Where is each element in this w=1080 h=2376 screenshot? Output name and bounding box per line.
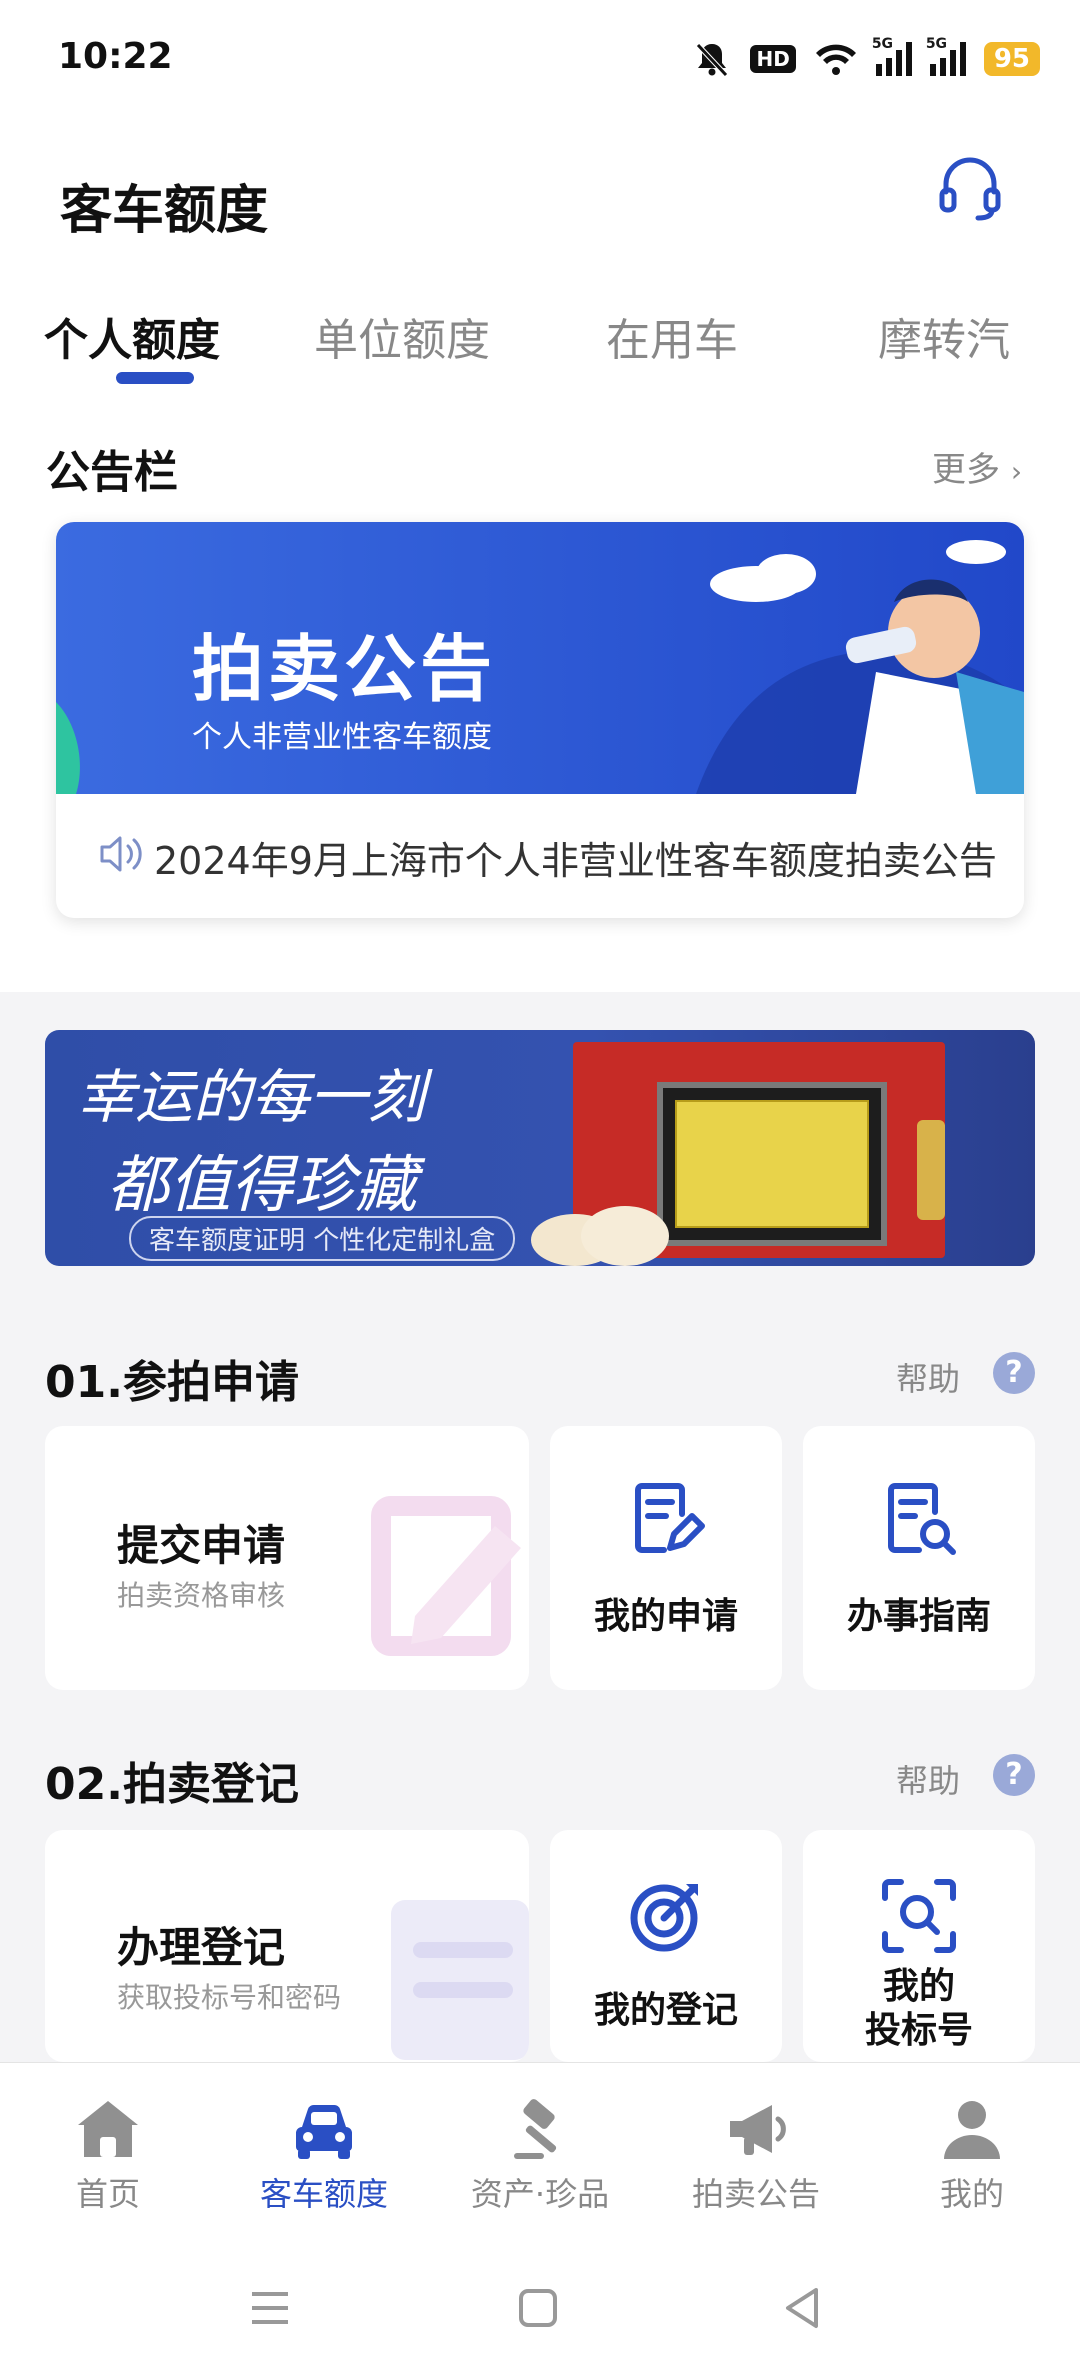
status-bar: 10:22 HD 5G 5G 95 bbox=[0, 0, 1080, 120]
more-link[interactable]: 更多 › bbox=[932, 442, 1022, 491]
register-card[interactable]: 办理登记 获取投标号和密码 bbox=[45, 1830, 529, 2062]
my-bid-number-label-2: 投标号 bbox=[864, 2010, 973, 2051]
promo-caption: 客车额度证明 个性化定制礼盒 bbox=[129, 1216, 516, 1261]
status-time: 10:22 bbox=[58, 36, 173, 77]
nav-assets[interactable]: 资产·珍品 bbox=[432, 2093, 648, 2215]
more-label: 更多 bbox=[932, 450, 1000, 490]
promo-banner[interactable]: 幸运的每一刻 都值得珍藏 客车额度证明 个性化定制礼盒 bbox=[45, 1030, 1035, 1266]
system-nav-bar bbox=[0, 2238, 1080, 2376]
nav-car-quota-label: 客车额度 bbox=[259, 2175, 388, 2213]
keychain-image bbox=[917, 1120, 945, 1220]
document-edit-icon bbox=[635, 1483, 705, 1553]
my-application-card[interactable]: 我的申请 bbox=[550, 1426, 782, 1690]
my-bid-number-label-1: 我的 bbox=[882, 1966, 955, 2007]
nav-mine[interactable]: 我的 bbox=[864, 2093, 1080, 2215]
submit-application-subtitle: 拍卖资格审核 bbox=[117, 1579, 286, 1612]
document-search-icon bbox=[888, 1483, 956, 1555]
my-registration-card[interactable]: 我的登记 bbox=[550, 1830, 782, 2062]
guide-label: 办事指南 bbox=[846, 1596, 991, 1637]
tab-unit-quota[interactable]: 单位额度 bbox=[314, 304, 490, 368]
status-icons: HD 5G 5G 95 bbox=[692, 34, 1040, 84]
gavel-icon bbox=[514, 2099, 557, 2159]
nav-assets-label: 资产·珍品 bbox=[470, 2175, 610, 2213]
wifi-icon bbox=[815, 44, 856, 75]
car-icon bbox=[296, 2104, 352, 2159]
tab-bar: 个人额度 单位额度 在用车 摩转汽 bbox=[0, 292, 1080, 388]
active-tab-indicator bbox=[116, 372, 194, 384]
submit-application-title: 提交申请 bbox=[117, 1521, 286, 1570]
announcement-card[interactable]: 拍卖公告 个人非营业性客车额度 2024年9月上海市个人非营业性客车额度拍卖公告 bbox=[56, 522, 1024, 918]
promo-line-1: 幸运的每一刻 bbox=[77, 1063, 426, 1131]
megaphone-icon bbox=[730, 2105, 786, 2155]
nav-mine-label: 我的 bbox=[939, 2175, 1004, 2213]
scan-search-icon bbox=[882, 1879, 956, 1953]
menu-icon[interactable] bbox=[250, 2290, 290, 2326]
nav-auction-notice[interactable]: 拍卖公告 bbox=[648, 2093, 864, 2215]
bell-muted-icon bbox=[696, 43, 729, 77]
tab-personal-quota[interactable]: 个人额度 bbox=[44, 304, 220, 368]
my-application-label: 我的申请 bbox=[593, 1596, 738, 1637]
cloud-decoration bbox=[531, 1206, 669, 1266]
help-link-apply[interactable]: 帮助 bbox=[896, 1354, 960, 1400]
register-subtitle: 获取投标号和密码 bbox=[117, 1981, 342, 2014]
speaker-icon bbox=[100, 836, 142, 872]
edit-watermark-icon bbox=[371, 1496, 521, 1656]
home-icon bbox=[78, 2101, 138, 2157]
user-icon bbox=[944, 2101, 1000, 2159]
banner-subtitle: 个人非营业性客车额度 bbox=[192, 720, 492, 755]
battery-badge: 95 bbox=[983, 42, 1040, 76]
tab-motorcycle-to-car[interactable]: 摩转汽 bbox=[878, 304, 1010, 368]
my-bid-number-card[interactable]: 我的 投标号 bbox=[803, 1830, 1035, 2062]
page-title: 客车额度 bbox=[60, 181, 269, 241]
question-icon[interactable]: ? bbox=[993, 1754, 1035, 1796]
form-watermark-icon bbox=[391, 1900, 529, 2060]
submit-application-card[interactable]: 提交申请 拍卖资格审核 bbox=[45, 1426, 529, 1690]
chevron-right-icon: › bbox=[1010, 455, 1023, 488]
nav-auction-notice-label: 拍卖公告 bbox=[691, 2175, 820, 2213]
my-registration-label: 我的登记 bbox=[593, 1990, 738, 2031]
hd-badge: HD bbox=[750, 45, 796, 73]
home-square-icon[interactable] bbox=[518, 2288, 558, 2328]
nav-home[interactable]: 首页 bbox=[0, 2093, 216, 2215]
question-icon[interactable]: ? bbox=[993, 1352, 1035, 1394]
certificate-plate-image bbox=[657, 1082, 887, 1246]
auction-notice-banner[interactable]: 拍卖公告 个人非营业性客车额度 bbox=[56, 522, 1024, 794]
tab-in-use-car[interactable]: 在用车 bbox=[606, 304, 738, 368]
banner-title: 拍卖公告 bbox=[192, 627, 497, 711]
announcement-text[interactable]: 2024年9月上海市个人非营业性客车额度拍卖公告 bbox=[154, 830, 997, 885]
signal-icon-2: 5G bbox=[926, 36, 966, 76]
register-title: 办理登记 bbox=[117, 1923, 286, 1972]
promo-line-2: 都值得珍藏 bbox=[107, 1148, 418, 1221]
notice-title: 公告栏 bbox=[46, 447, 178, 498]
section-apply-title: 01.参拍申请 bbox=[45, 1357, 299, 1408]
help-link-register[interactable]: 帮助 bbox=[896, 1756, 960, 1802]
certificate-plate-face bbox=[675, 1100, 869, 1228]
back-triangle-icon[interactable] bbox=[782, 2286, 822, 2330]
nav-car-quota[interactable]: 客车额度 bbox=[216, 2093, 432, 2215]
net-type-1: 5G bbox=[871, 36, 894, 52]
nav-home-label: 首页 bbox=[75, 2175, 140, 2213]
net-type-2: 5G bbox=[925, 36, 948, 52]
target-icon bbox=[630, 1884, 698, 1952]
signal-icon-1: 5G bbox=[872, 36, 912, 76]
headset-icon[interactable] bbox=[934, 152, 1006, 224]
section-register-title: 02.拍卖登记 bbox=[45, 1759, 299, 1810]
guide-card[interactable]: 办事指南 bbox=[803, 1426, 1035, 1690]
